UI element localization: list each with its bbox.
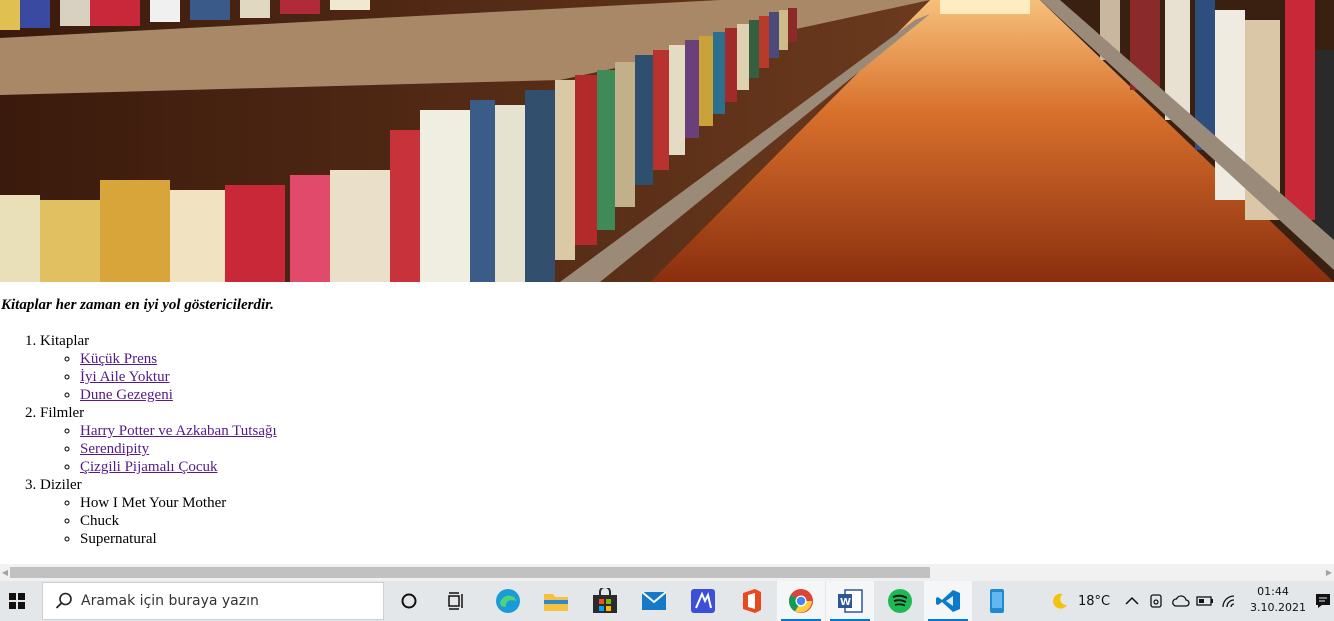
movie-link-serendipity[interactable]: Serendipity <box>80 441 149 457</box>
category-title: Filmler <box>40 405 85 421</box>
phone-app-icon <box>990 589 1004 613</box>
show-hidden-icons-button[interactable] <box>1122 581 1142 621</box>
list-item: How I Met Your Mother <box>80 494 277 512</box>
book-link-dune-gezegeni[interactable]: Dune Gezegeni <box>80 387 173 403</box>
books-list: Küçük Prens İyi Aile Yoktur Dune Gezegen… <box>40 350 277 404</box>
list-item: Harry Potter ve Azkaban Tutsağı <box>80 422 277 440</box>
start-button[interactable] <box>0 581 34 621</box>
list-item: Küçük Prens <box>80 350 277 368</box>
chrome-icon <box>788 589 813 613</box>
app-button[interactable] <box>679 581 727 621</box>
windows-logo-icon <box>9 593 25 609</box>
series-list: How I Met Your Mother Chuck Supernatural <box>40 494 277 548</box>
category-books: Kitaplar Küçük Prens İyi Aile Yoktur Dun… <box>40 332 277 404</box>
banner-image <box>0 0 1334 282</box>
list-item: Çizgili Pijamalı Çocuk <box>80 458 277 476</box>
list-item: Serendipity <box>80 440 277 458</box>
word-button[interactable]: W <box>826 581 874 621</box>
task-view-button[interactable] <box>433 581 481 621</box>
wifi-icon <box>1222 595 1235 608</box>
scrollbar-thumb[interactable] <box>10 567 930 578</box>
movie-link-harry-potter[interactable]: Harry Potter ve Azkaban Tutsağı <box>80 423 277 439</box>
cortana-button[interactable] <box>385 581 433 621</box>
file-explorer-button[interactable] <box>532 581 580 621</box>
weather-button[interactable] <box>1046 581 1074 621</box>
book-link-kucuk-prens[interactable]: Küçük Prens <box>80 351 157 367</box>
chrome-button[interactable] <box>777 581 825 621</box>
book-link-iyi-aile-yoktur[interactable]: İyi Aile Yoktur <box>80 369 170 385</box>
device-icon <box>1150 594 1162 608</box>
mail-icon <box>641 591 667 610</box>
app-icon <box>691 589 715 613</box>
tray-device-button[interactable] <box>1146 581 1166 621</box>
category-title: Diziler <box>40 477 82 493</box>
list-item: Dune Gezegeni <box>80 386 277 404</box>
scroll-right-icon[interactable]: ▶ <box>1324 564 1334 581</box>
clock[interactable]: 01:44 3.10.2021 <box>1250 584 1306 616</box>
movie-link-cizgili-pijamali-cocuk[interactable]: Çizgili Pijamalı Çocuk <box>80 459 218 475</box>
edge-icon <box>496 589 520 613</box>
office-icon <box>743 589 761 613</box>
taskbar-search-box[interactable]: Aramak için buraya yazın <box>42 582 384 620</box>
windows-taskbar: Aramak için buraya yazın W 18°C 01:44 3.… <box>0 581 1334 621</box>
store-icon <box>593 588 617 613</box>
file-explorer-icon <box>544 594 568 611</box>
wifi-button[interactable] <box>1218 581 1240 621</box>
clock-time: 01:44 <box>1257 585 1289 598</box>
scroll-left-icon[interactable]: ◀ <box>0 564 10 581</box>
category-list: Kitaplar Küçük Prens İyi Aile Yoktur Dun… <box>0 332 277 548</box>
svg-text:W: W <box>840 597 851 608</box>
movies-list: Harry Potter ve Azkaban Tutsağı Serendip… <box>40 422 277 476</box>
edge-button[interactable] <box>484 581 532 621</box>
list-item: İyi Aile Yoktur <box>80 368 277 386</box>
horizontal-scrollbar[interactable]: ◀ ▶ <box>0 564 1334 581</box>
notification-icon <box>1316 594 1330 608</box>
category-movies: Filmler Harry Potter ve Azkaban Tutsağı … <box>40 404 277 476</box>
phone-app-button[interactable] <box>973 581 1021 621</box>
onedrive-button[interactable] <box>1170 581 1192 621</box>
clock-date: 3.10.2021 <box>1250 601 1306 614</box>
quote-text: Kitaplar her zaman en iyi yol göstericil… <box>1 297 274 313</box>
cloud-icon <box>1172 595 1190 607</box>
spotify-icon <box>888 589 912 613</box>
library-photo <box>0 0 1334 282</box>
battery-button[interactable] <box>1194 581 1216 621</box>
search-placeholder: Aramak için buraya yazın <box>81 593 259 609</box>
vscode-icon <box>936 590 960 612</box>
store-button[interactable] <box>581 581 629 621</box>
cortana-icon <box>401 593 417 609</box>
spotify-button[interactable] <box>876 581 924 621</box>
mail-button[interactable] <box>630 581 678 621</box>
list-item: Supernatural <box>80 530 277 548</box>
task-view-icon <box>448 592 463 610</box>
office-button[interactable] <box>728 581 776 621</box>
search-icon <box>55 592 72 609</box>
weather-temperature[interactable]: 18°C <box>1078 581 1110 621</box>
word-icon: W <box>838 589 863 613</box>
category-series: Diziler How I Met Your Mother Chuck Supe… <box>40 476 277 548</box>
list-item: Chuck <box>80 512 277 530</box>
chevron-up-icon <box>1125 596 1139 605</box>
battery-icon <box>1196 596 1213 606</box>
notifications-button[interactable] <box>1312 581 1334 621</box>
vscode-button[interactable] <box>924 581 972 621</box>
moon-icon <box>1053 593 1067 609</box>
category-title: Kitaplar <box>40 333 90 349</box>
